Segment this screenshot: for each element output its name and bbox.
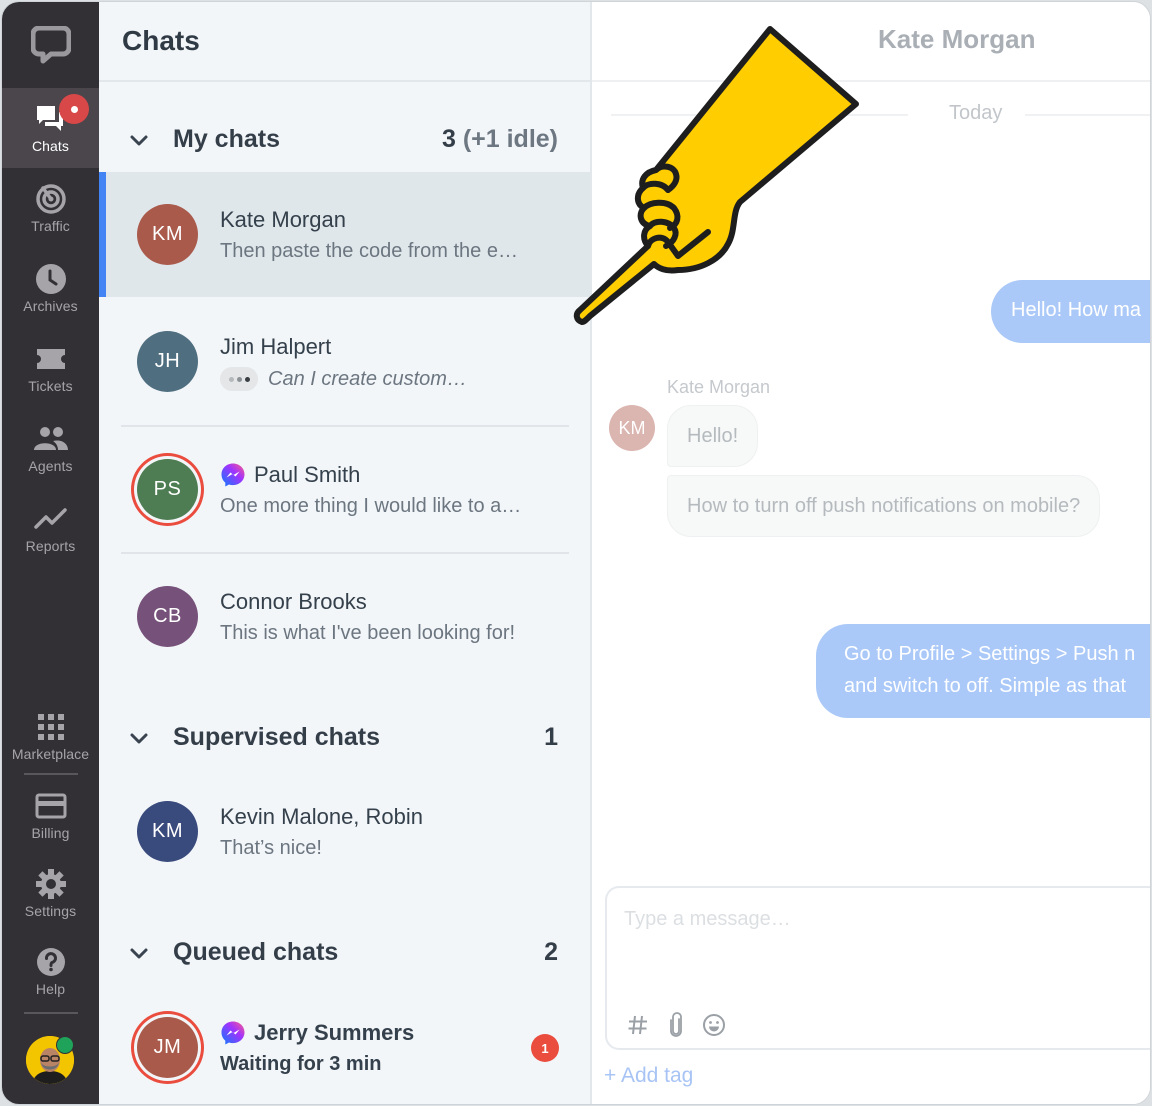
chat-list-item[interactable]: PS Paul Smith One more thing I would lik… — [99, 427, 590, 552]
section-count: 3 (+1 idle) — [441, 124, 558, 153]
people-icon — [33, 422, 69, 456]
nav-item-label: Agents — [28, 458, 73, 474]
paperclip-icon[interactable] — [664, 1012, 688, 1038]
nav-divider — [24, 1012, 78, 1014]
main-navigation: Chats Traffic Archives Tickets Agents Re… — [2, 2, 99, 1104]
chat-preview: Then paste the code from the e… — [220, 240, 518, 262]
chat-preview: This is what I've been looking for! — [220, 622, 516, 644]
credit-card-icon — [35, 789, 67, 823]
chevron-down-icon — [130, 135, 148, 146]
date-separator: Today — [611, 102, 1150, 132]
chat-name: Kevin Malone, Robin — [220, 804, 424, 829]
chat-preview: Can I create custom… — [220, 367, 467, 391]
hashtag-icon[interactable] — [626, 1012, 650, 1038]
messenger-icon — [221, 1021, 245, 1045]
nav-item-label: Reports — [25, 538, 76, 554]
messenger-icon — [221, 463, 245, 487]
chat-preview: One more thing I would like to a… — [220, 495, 522, 517]
radar-icon — [35, 182, 67, 216]
nav-item-tickets[interactable]: Tickets — [2, 328, 99, 408]
nav-item-label: Help — [35, 981, 66, 997]
chat-list-item[interactable]: KM Kate Morgan Then paste the code from … — [99, 172, 590, 297]
trend-line-icon — [33, 502, 68, 536]
nav-item-archives[interactable]: Archives — [2, 248, 99, 328]
chat-preview: That’s nice! — [220, 837, 322, 859]
nav-item-agents[interactable]: Agents — [2, 408, 99, 488]
section-queued-chats-header[interactable]: Queued chats 2 — [99, 927, 590, 977]
chat-name: Connor Brooks — [220, 589, 367, 614]
section-title: Supervised chats — [173, 722, 381, 751]
avatar: CB — [137, 586, 198, 647]
sender-avatar: KM — [609, 405, 655, 451]
livechat-logo-icon[interactable] — [2, 2, 99, 88]
date-label: Today — [949, 102, 1003, 124]
section-supervised-chats-header[interactable]: Supervised chats 1 — [99, 712, 590, 762]
notification-badge — [59, 94, 89, 124]
message-outgoing: Go to Profile > Settings > Push n and sw… — [816, 624, 1150, 718]
section-title: Queued chats — [173, 937, 339, 966]
avatar: JH — [137, 331, 198, 392]
chat-list-item[interactable]: CB Connor Brooks This is what I've been … — [99, 554, 590, 679]
message-incoming: How to turn off push notifications on mo… — [667, 475, 1101, 537]
nav-item-billing[interactable]: Billing — [2, 775, 99, 855]
message-outgoing: Hello! How ma — [991, 280, 1150, 343]
nav-item-help[interactable]: Help — [2, 931, 99, 1011]
chat-name: Jerry Summers — [220, 1020, 414, 1046]
avatar: KM — [137, 801, 198, 862]
app-window: Chats Traffic Archives Tickets Agents Re… — [1, 1, 1151, 1105]
nav-item-label: Traffic — [31, 218, 70, 234]
avatar: KM — [137, 204, 198, 265]
conversation-panel: Kate Morgan Today Hello! How ma Kate Mor… — [592, 2, 1150, 1104]
avatar: JM — [137, 1017, 198, 1078]
chat-list-panel: Chats My chats 3 (+1 idle) KM Kate Morga… — [99, 2, 592, 1104]
unread-count-badge: 1 — [531, 1034, 559, 1062]
grid-icon — [37, 710, 64, 744]
clock-icon — [35, 262, 67, 296]
nav-item-traffic[interactable]: Traffic — [2, 168, 99, 248]
conversation-title: Kate Morgan — [878, 24, 1036, 54]
chevron-down-icon — [130, 733, 148, 744]
nav-item-marketplace[interactable]: Marketplace — [2, 696, 99, 776]
chat-name: Jim Halpert — [220, 334, 332, 359]
nav-item-label: Settings — [24, 903, 77, 919]
chat-name: Paul Smith — [220, 462, 360, 488]
avatar: PS — [137, 459, 198, 520]
gear-icon — [35, 867, 67, 901]
message-composer — [605, 886, 1150, 1050]
chat-list-item[interactable]: KM Kevin Malone, Robin That’s nice! — [99, 769, 590, 894]
conversation-header — [592, 2, 1150, 82]
nav-item-label: Chats — [31, 138, 70, 154]
nav-item-label: Marketplace — [11, 746, 90, 762]
chat-name: Kate Morgan — [220, 207, 346, 232]
nav-item-label: Billing — [31, 825, 70, 841]
chat-list-header: Chats — [99, 2, 590, 82]
nav-item-reports[interactable]: Reports — [2, 488, 99, 568]
chevron-down-icon — [130, 948, 148, 959]
question-icon — [36, 945, 66, 979]
message-input[interactable] — [624, 908, 1124, 931]
message-sender-name: Kate Morgan — [667, 377, 771, 397]
message-incoming: Hello! — [667, 405, 759, 467]
page-title: Chats — [122, 25, 200, 56]
ticket-icon — [35, 342, 67, 376]
nav-item-label: Tickets — [28, 378, 73, 394]
section-my-chats-header[interactable]: My chats 3 (+1 idle) — [99, 114, 590, 164]
section-count: 2 — [544, 937, 558, 966]
chat-list-item[interactable]: JM Jerry Summers Waiting for 3 min 1 — [99, 985, 590, 1104]
composer-toolbar — [626, 1012, 726, 1038]
idle-count: (+1 idle) — [462, 124, 558, 153]
chat-preview: Waiting for 3 min — [220, 1053, 382, 1075]
typing-indicator-icon — [220, 367, 258, 391]
emoji-icon[interactable] — [702, 1012, 726, 1038]
section-title: My chats — [173, 124, 280, 153]
nav-item-label: Archives — [23, 298, 78, 314]
add-tag-button[interactable]: + Add tag — [604, 1064, 693, 1088]
nav-item-settings[interactable]: Settings — [2, 853, 99, 933]
online-status-indicator — [56, 1036, 74, 1054]
section-count: 1 — [544, 722, 558, 751]
chat-list-item[interactable]: JH Jim Halpert Can I create custom… — [99, 299, 590, 424]
